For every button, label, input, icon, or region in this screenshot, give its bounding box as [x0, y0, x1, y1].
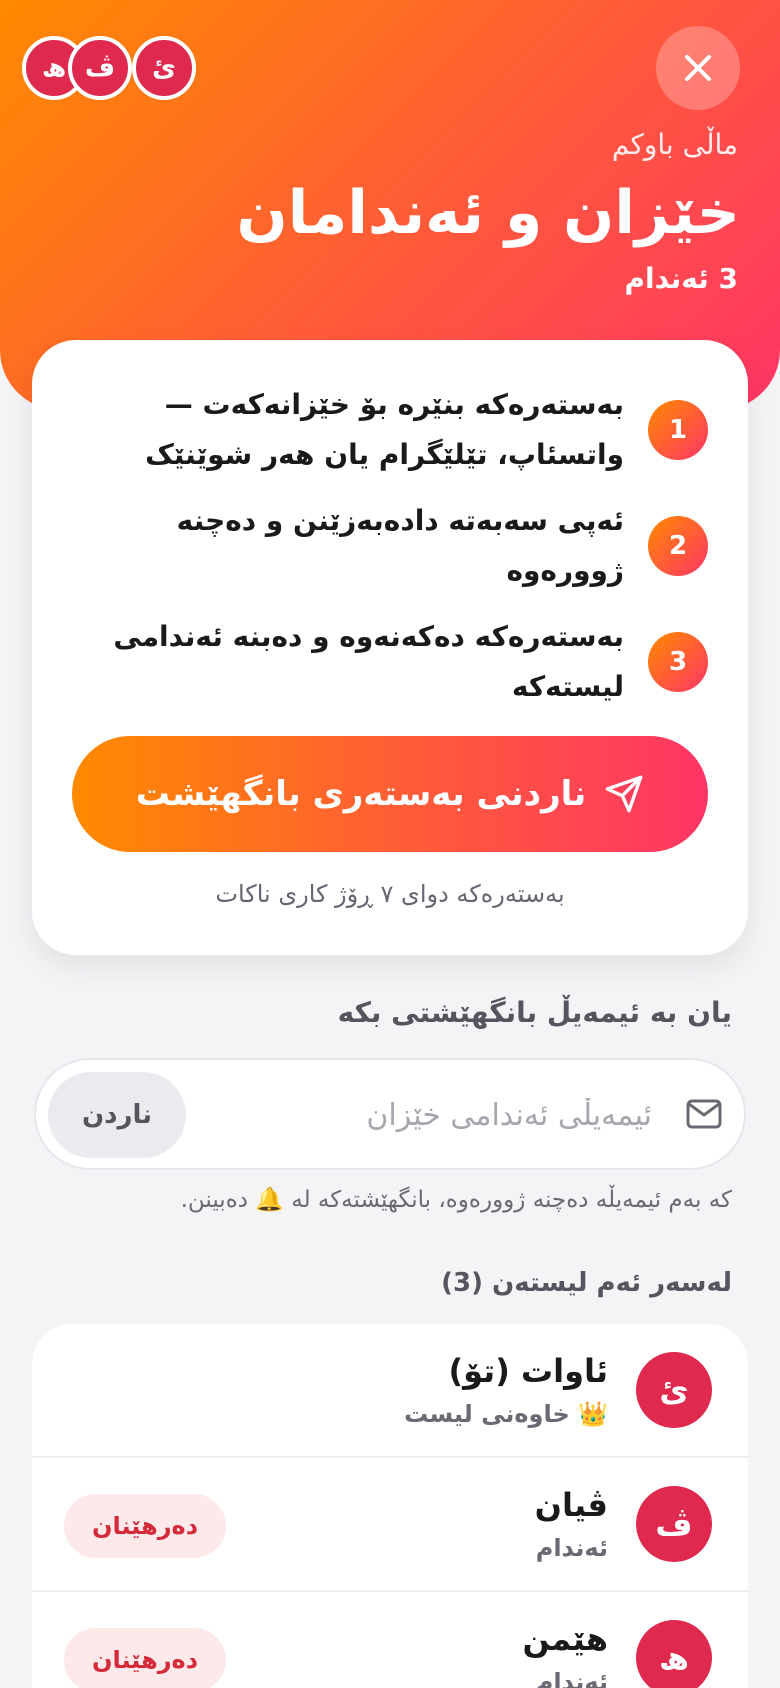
email-invite-field: ناردن [34, 1058, 746, 1170]
step-text: ئەپی سەبەتە دادەبەزێنن و دەچنە ژوورەوە [176, 504, 624, 587]
members-list-heading: لەسەر ئەم لیستەن (3) [441, 1268, 732, 1298]
close-icon [685, 55, 711, 81]
step-number: 1 [648, 400, 708, 460]
link-expiry-note: بەستەرەکە دوای ٧ ڕۆژ کاری ناکات [215, 880, 565, 908]
screen: ھ ڤ ئ ماڵی باوکم خێزان و ئەندامان 3 ئەند… [0, 0, 780, 1688]
list-item: ھ هێمن ئەندام دەرهێنان [32, 1592, 748, 1688]
member-role: 👑 خاوەنی لیست [404, 1400, 608, 1428]
step-text: بەستەرەکە بنێرە بۆ خێزانەکەت — واتسئاپ، … [145, 388, 624, 471]
member-name: هێمن [522, 1620, 609, 1658]
avatar: ڤ [636, 1486, 712, 1562]
list-item: ڤ ڤیان ئەندام دەرهێنان [32, 1458, 748, 1592]
list-item: ئ ئاوات (تۆ) 👑 خاوەنی لیست [32, 1324, 748, 1458]
avatar: ئ [132, 36, 196, 100]
avatar: ئ [636, 1352, 712, 1428]
email-input[interactable] [196, 1076, 658, 1154]
email-invite-heading: یان بە ئیمەیڵ بانگهێشتی بکە [337, 996, 732, 1029]
send-invite-link-label: ناردنی بەستەری بانگهێشت [135, 774, 587, 814]
page-title: خێزان و ئەندامان [236, 178, 740, 248]
member-role: ئەندام [535, 1668, 608, 1688]
invite-card: 1 بەستەرەکە بنێرە بۆ خێزانەکەت — واتسئاپ… [32, 340, 748, 955]
invite-step: 1 بەستەرەکە بنێرە بۆ خێزانەکەت — واتسئاپ… [68, 380, 708, 480]
member-avatars-stack: ھ ڤ ئ [22, 36, 198, 100]
remove-member-button[interactable]: دەرهێنان [64, 1494, 226, 1558]
invite-step: 3 بەستەرەکە دەکەنەوە و دەبنە ئەندامی لیس… [68, 612, 708, 712]
member-name: ڤیان [534, 1486, 608, 1524]
remove-member-button[interactable]: دەرهێنان [64, 1628, 226, 1688]
email-send-button[interactable]: ناردن [48, 1072, 186, 1158]
avatar: ھ [636, 1620, 712, 1688]
close-button[interactable] [656, 26, 740, 110]
member-role: ئەندام [535, 1534, 608, 1562]
invite-step: 2 ئەپی سەبەتە دادەبەزێنن و دەچنە ژوورەوە [68, 496, 708, 596]
avatar: ڤ [68, 36, 132, 100]
step-text: بەستەرەکە دەکەنەوە و دەبنە ئەندامی لیستە… [113, 620, 624, 703]
home-name: ماڵی باوکم [611, 128, 738, 161]
send-invite-link-button[interactable]: ناردنی بەستەری بانگهێشت [72, 736, 708, 852]
send-icon [604, 774, 644, 814]
member-name: ئاوات (تۆ) [448, 1352, 608, 1390]
member-count: 3 ئەندام [624, 262, 738, 295]
step-number: 2 [648, 516, 708, 576]
mail-icon [686, 1099, 722, 1129]
email-invite-hint: کە بەم ئیمەیڵە دەچنە ژوورەوە، بانگهێشتەک… [180, 1187, 732, 1213]
step-number: 3 [648, 632, 708, 692]
members-list: ئ ئاوات (تۆ) 👑 خاوەنی لیست ڤ ڤیان ئەندام… [32, 1324, 748, 1688]
